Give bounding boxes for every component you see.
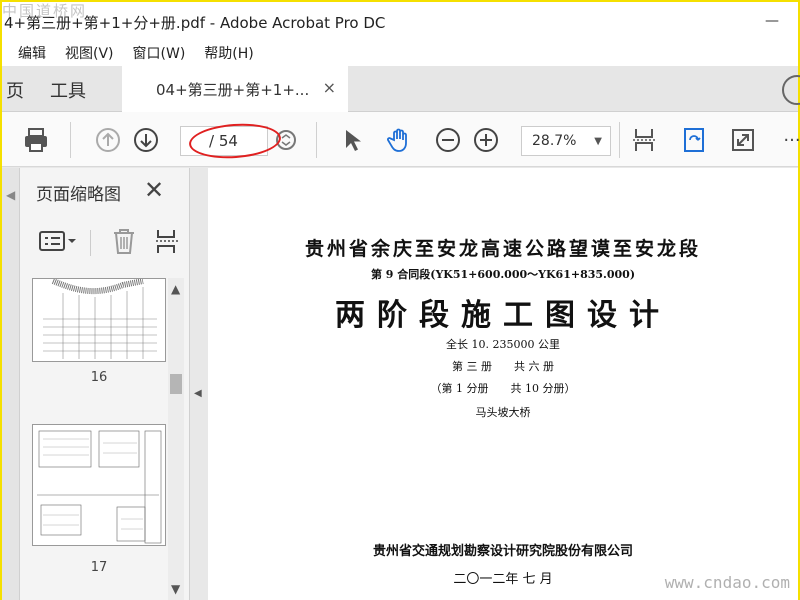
doc-institute: 贵州省交通规划勘察设计研究院股份有限公司 — [372, 544, 633, 559]
tab-tools[interactable]: 工具 — [50, 77, 86, 103]
panel-title: 页面缩略图 — [36, 185, 121, 205]
zoom-in-icon[interactable] — [470, 124, 502, 156]
doc-contract-section: 第 9 合同段(YK51+600.000～YK61+835.000) — [370, 268, 636, 281]
select-cursor-icon[interactable] — [335, 124, 367, 156]
toolbar-separator — [316, 122, 317, 158]
thumbnail-page-17[interactable] — [32, 424, 166, 546]
doc-volume: 第 三 册 共 六 册 — [452, 360, 554, 373]
thumbnail-label: 17 — [90, 560, 108, 575]
panel-toolbar-separator — [90, 230, 91, 256]
next-page-icon[interactable] — [130, 124, 162, 156]
tab-bar: 页 工具 04+第三册+第+1+... × — [2, 66, 800, 112]
thumbnail-label: 16 — [90, 370, 108, 385]
trash-icon[interactable] — [110, 226, 138, 260]
doc-project-title: 贵州省余庆至安龙高速公路望谟至安龙段 — [304, 238, 701, 260]
minimize-icon[interactable]: — — [746, 2, 798, 40]
previous-page-icon[interactable] — [92, 124, 124, 156]
panel-toolbar — [20, 222, 190, 264]
hand-tool-icon[interactable] — [384, 124, 416, 156]
more-tools-icon[interactable]: ··· — [776, 124, 800, 156]
doc-bridge-name: 马头坡大桥 — [475, 406, 531, 419]
doc-total-length: 全长 10. 235000 公里 — [446, 338, 560, 351]
menu-edit[interactable]: 编辑 — [18, 43, 46, 63]
full-screen-icon[interactable] — [727, 124, 759, 156]
fit-page-icon[interactable] — [628, 124, 660, 156]
help-icon[interactable] — [782, 75, 800, 105]
menu-help[interactable]: 帮助(H) — [204, 43, 253, 63]
thumbnail-options-icon[interactable] — [38, 226, 78, 260]
title-bar: 4+第三册+第+1+分+册.pdf - Adobe Acrobat Pro DC… — [2, 2, 798, 40]
zoom-out-icon[interactable] — [432, 124, 464, 156]
doc-sub-volume: （第 1 分册 共 10 分册） — [430, 382, 576, 395]
chevron-down-icon: ▼ — [594, 136, 602, 147]
navigation-strip: ◀ — [2, 168, 20, 600]
doc-main-title: 两阶段施工图设计 — [335, 298, 671, 333]
toolbar: / 54 28.7% ▼ ··· — [2, 112, 800, 167]
toolbar-separator — [70, 122, 71, 158]
watermark-bottom: www.cndao.com — [664, 573, 790, 592]
toolbar-separator — [619, 122, 620, 158]
print-icon[interactable] — [20, 124, 52, 156]
scroll-down-icon[interactable]: ▼ — [171, 582, 180, 596]
insert-page-icon[interactable] — [154, 226, 182, 260]
window-controls: — — [746, 2, 798, 40]
close-panel-icon[interactable]: ✕ — [144, 176, 164, 204]
tab-home[interactable]: 页 — [6, 77, 24, 103]
scroll-up-icon[interactable]: ▲ — [171, 282, 180, 296]
thumbnail-list: 16 17 — [20, 278, 182, 600]
document-page: 贵州省余庆至安龙高速公路望谟至安龙段 第 9 合同段(YK51+600.000～… — [208, 168, 798, 600]
thumbnail-page-16[interactable] — [32, 278, 166, 362]
tab-document[interactable]: 04+第三册+第+1+... × — [122, 66, 348, 112]
zoom-value: 28.7% — [532, 133, 577, 149]
menu-bar: 编辑 视图(V) 窗口(W) 帮助(H) — [2, 40, 798, 66]
close-tab-icon[interactable]: × — [323, 78, 336, 97]
collapse-arrow-icon: ◀ — [194, 388, 202, 399]
menu-view[interactable]: 视图(V) — [65, 43, 114, 63]
thumbnails-panel: 页面缩略图 ✕ 16 17 ▲ ▼ — [20, 168, 190, 600]
menu-window[interactable]: 窗口(W) — [133, 43, 186, 63]
zoom-dropdown[interactable]: 28.7% ▼ — [521, 126, 611, 156]
chevron-left-icon[interactable]: ◀ — [6, 188, 15, 202]
tab-document-label: 04+第三册+第+1+... — [156, 80, 310, 99]
watermark-top: 中国道桥网 — [2, 2, 88, 20]
scrollbar-thumb[interactable] — [170, 374, 182, 394]
panel-collapse-handle[interactable]: ◀ — [190, 168, 208, 600]
thumbnail-scrollbar[interactable]: ▲ ▼ — [168, 278, 184, 600]
rotate-view-icon[interactable] — [678, 124, 710, 156]
